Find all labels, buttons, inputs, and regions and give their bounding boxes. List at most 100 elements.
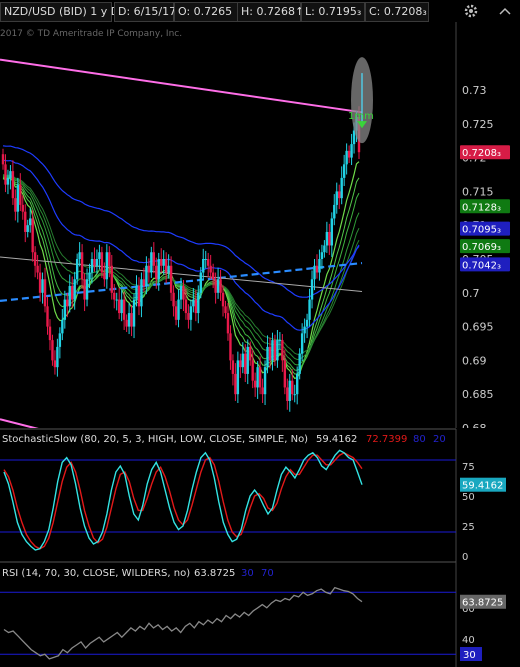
candle-body [38,272,42,293]
rsi-level-70: 70 [261,568,274,579]
candle-body [169,265,173,293]
date-readout: D: 6/15/17 [114,2,176,22]
candle-body [305,319,309,327]
candle-body [83,279,86,300]
candle-body [110,265,113,293]
candle-body [258,367,262,388]
candle-body [295,373,299,395]
candle-body [135,286,138,300]
candle-body [157,259,160,280]
candle-body [268,346,272,361]
candle-body [224,306,227,314]
candle-body [291,380,294,395]
candle-body [347,150,351,158]
candle-body [56,346,59,368]
candle-body [152,252,156,266]
candle-body [14,198,17,212]
candle-body [244,353,247,374]
candle-body [93,259,96,266]
candle-body [125,319,128,327]
candle-body [204,259,207,260]
candle-body [179,286,183,300]
candle-body [1,154,5,165]
candle-body [239,360,242,368]
rsi-title: RSI (14, 70, 30, CLOSE, WILDERS, no) [2,568,190,579]
candle-body [80,252,84,280]
candle-body [16,184,20,212]
candle-body [113,292,116,300]
high-readout: H: 0.7268↑ [237,2,304,22]
candle-body [31,218,34,253]
stoch-tick-label: 75 [462,462,475,473]
candle-body [226,313,230,334]
candle-body [63,299,67,320]
candle-body [127,313,131,327]
rsi-tick-label: 40 [462,635,475,646]
candle-body [249,346,252,361]
symbol-title[interactable]: NZD/USD (BID) 1 y D [0,2,119,22]
candle-body [108,252,111,266]
stoch-tick-label: 50 [462,492,475,503]
candle-body [276,340,279,361]
candle-body [137,286,141,307]
candle-body [315,265,319,273]
candle-body [75,259,79,280]
price-tick-label: 0.725 [462,118,494,131]
candle-body [117,299,121,314]
price-tick-label: 0.685 [462,388,494,401]
collapse-icon[interactable] [496,2,514,20]
candle-body [263,367,267,395]
chart-header: NZD/USD (BID) 1 y D D: 6/15/17 O: 0.7265… [0,0,520,22]
candle-body [189,306,193,320]
candle-body [4,164,7,185]
candle-body [256,367,259,388]
candle-body [241,353,245,368]
candle-body [103,272,106,280]
candle-body [33,252,37,266]
price-tick-label: 0.69 [462,354,487,367]
candle-body [313,265,316,280]
candle-body [120,299,123,314]
candle-body [192,299,195,307]
price-label-text: 0.7128₃ [462,202,501,213]
candle-body [71,286,74,300]
candle-body [342,164,346,178]
candle-body [209,265,212,273]
candle-body [142,279,146,287]
gear-icon[interactable] [462,2,480,20]
candle-body [167,265,170,273]
candle-body [236,360,240,395]
candle-body [194,299,198,314]
low-readout: L: 0.7195₃ [301,2,365,22]
stoch-k-value: 59.4162 [316,434,357,445]
candle-body [288,380,291,401]
candle-body [164,259,168,273]
candle-body [9,171,12,178]
stochastic-panel: StochasticSlow (80, 20, 5, 3, HIGH, LOW,… [0,428,520,563]
stoch-current-label: 59.4162 [462,481,503,492]
candle-body [350,144,353,158]
candle-body [46,306,49,327]
candle-body [261,387,264,395]
candle-body [41,279,44,293]
candle-body [323,245,326,253]
candle-body [21,204,24,212]
candle-body [214,279,217,293]
candle-body [150,252,153,273]
candle-body [122,299,126,320]
candle-body [271,340,274,361]
open-readout: O: 0.7265 [174,2,238,22]
stoch-tick-label: 25 [462,522,475,533]
candle-body [130,313,133,327]
candle-body [28,218,32,226]
candle-body [251,360,254,381]
rsi-panel: RSI (14, 70, 30, CLOSE, WILDERS, no) 63.8… [0,561,520,667]
candle-body [36,265,39,273]
candle-body [24,211,27,232]
candle-body [206,259,210,266]
candle-body [231,360,235,374]
candle-body [335,191,338,205]
candle-body [88,272,91,280]
chart-canvas: 0.680.6850.690.6950.70.7050.710.7150.720… [0,22,520,667]
rsi-current-label: 63.8725 [462,598,503,609]
